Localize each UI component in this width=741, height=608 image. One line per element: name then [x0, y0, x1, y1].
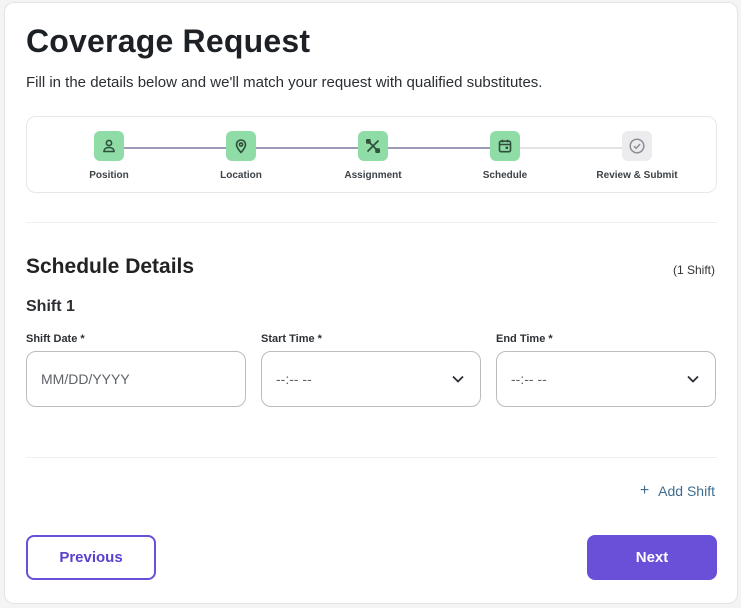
step-label: Position: [89, 170, 129, 181]
person-icon: [94, 131, 124, 161]
end-time-select[interactable]: --:-- --: [496, 351, 716, 407]
step-location[interactable]: Location: [181, 131, 301, 181]
step-position[interactable]: Position: [49, 131, 169, 181]
next-button[interactable]: Next: [587, 535, 717, 580]
end-time-label: End Time *: [496, 333, 553, 345]
start-time-select[interactable]: --:-- --: [261, 351, 481, 407]
progress-stepper: Position Location Assignment Schedule Re…: [26, 116, 717, 193]
add-shift-button[interactable]: + Add Shift: [639, 482, 715, 500]
step-schedule[interactable]: Schedule: [445, 131, 565, 181]
previous-button[interactable]: Previous: [26, 535, 156, 580]
step-label: Schedule: [482, 170, 528, 181]
step-label: Location: [220, 170, 262, 181]
plus-icon: +: [639, 482, 650, 499]
section-divider: [26, 222, 717, 223]
chevron-down-icon: [450, 371, 466, 387]
shift-count: (1 Shift): [672, 263, 715, 277]
tools-icon: [358, 131, 388, 161]
section-divider: [26, 457, 717, 458]
coverage-request-card: Coverage Request Fill in the details bel…: [4, 2, 738, 604]
page-subtitle: Fill in the details below and we'll matc…: [26, 74, 543, 91]
shift-title: Shift 1: [26, 298, 75, 315]
step-assignment[interactable]: Assignment: [313, 131, 433, 181]
page-title: Coverage Request: [26, 23, 311, 59]
shift-date-label: Shift Date *: [26, 333, 85, 345]
add-shift-label: Add Shift: [658, 483, 715, 499]
start-time-label: Start Time *: [261, 333, 322, 345]
end-time-placeholder: --:-- --: [511, 371, 547, 387]
start-time-placeholder: --:-- --: [276, 371, 312, 387]
step-label: Assignment: [344, 170, 402, 181]
chevron-down-icon: [685, 371, 701, 387]
calendar-icon: [490, 131, 520, 161]
step-label: Review & Submit: [596, 170, 678, 181]
section-title: Schedule Details: [26, 255, 195, 278]
check-circle-icon: [622, 131, 652, 161]
map-pin-icon: [226, 131, 256, 161]
step-review-submit[interactable]: Review & Submit: [577, 131, 697, 181]
shift-date-input[interactable]: MM/DD/YYYY: [26, 351, 246, 407]
shift-date-placeholder: MM/DD/YYYY: [41, 371, 130, 387]
